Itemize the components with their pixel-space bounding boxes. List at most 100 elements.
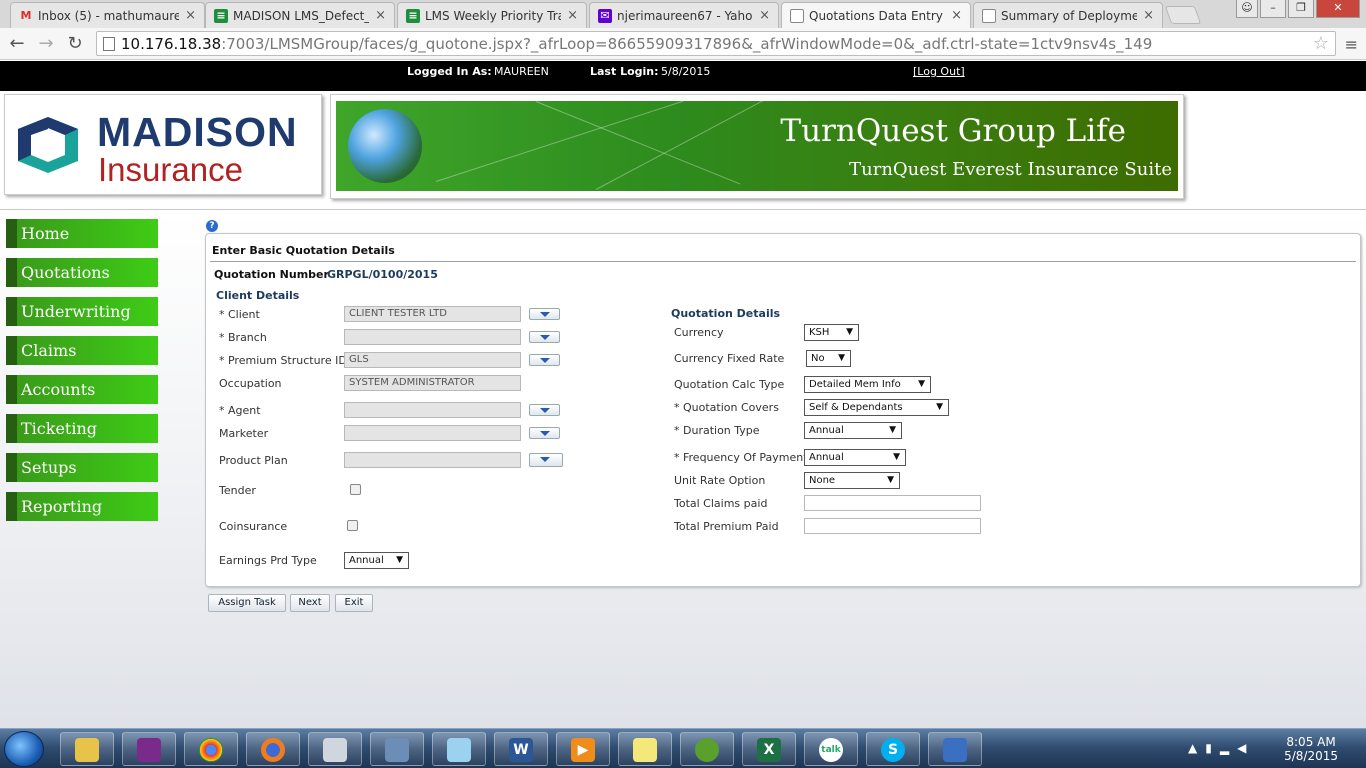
agent-label: * Agent bbox=[219, 404, 261, 417]
agent-field[interactable] bbox=[344, 402, 521, 418]
branch-field[interactable] bbox=[344, 329, 521, 345]
premium-structure-field[interactable]: GLS bbox=[344, 352, 521, 368]
occupation-field[interactable]: SYSTEM ADMINISTRATOR bbox=[344, 375, 521, 391]
client-lookup-button[interactable] bbox=[529, 308, 560, 320]
help-icon[interactable]: ? bbox=[206, 220, 218, 232]
taskbar-word[interactable]: W bbox=[494, 732, 548, 766]
duration-type-select[interactable]: Annual ▼ bbox=[804, 422, 902, 439]
branch-lookup-button[interactable] bbox=[529, 331, 560, 343]
sheets-icon: ≡ bbox=[214, 8, 228, 23]
sidebar-item-quotations[interactable]: Quotations bbox=[6, 258, 158, 287]
marketer-lookup-button[interactable] bbox=[529, 427, 560, 439]
close-icon[interactable]: × bbox=[185, 8, 196, 23]
currency-value: KSH bbox=[809, 327, 830, 338]
close-icon[interactable]: × bbox=[951, 8, 962, 23]
premium-structure-lookup-button[interactable] bbox=[529, 354, 560, 366]
sidebar-item-ticketing[interactable]: Ticketing bbox=[6, 414, 158, 443]
panel-title: Enter Basic Quotation Details bbox=[212, 244, 395, 257]
taskbar-firefox[interactable] bbox=[246, 732, 300, 766]
browser-tab-yahoo-mail[interactable]: ✉ njerimaureen67 - Yahoo M × bbox=[589, 2, 779, 28]
new-tab-button[interactable] bbox=[1164, 6, 1202, 24]
browser-toolbar: ← → ↻ 10.176.18.38:7003/LMSMGroup/faces/… bbox=[0, 28, 1366, 60]
browser-tab-quotations[interactable]: Quotations Data Entry × bbox=[781, 2, 971, 28]
sidebar-item-underwriting[interactable]: Underwriting bbox=[6, 297, 158, 326]
start-button[interactable] bbox=[4, 731, 44, 767]
close-icon[interactable]: × bbox=[759, 8, 770, 23]
madison-logo: MADISON Insurance bbox=[4, 94, 322, 195]
unit-rate-select[interactable]: None ▼ bbox=[804, 472, 900, 489]
close-icon[interactable]: × bbox=[1143, 8, 1154, 23]
header-divider bbox=[0, 209, 1366, 210]
total-premium-field[interactable] bbox=[804, 518, 981, 534]
forward-arrow-icon[interactable]: → bbox=[35, 33, 57, 55]
back-arrow-icon[interactable]: ← bbox=[6, 33, 28, 55]
taskbar-skype[interactable]: S bbox=[866, 732, 920, 766]
tender-checkbox[interactable] bbox=[350, 484, 361, 495]
sticky-notes-icon bbox=[633, 738, 657, 762]
phone-icon bbox=[943, 738, 967, 762]
taskbar-notes[interactable] bbox=[432, 732, 486, 766]
taskbar-frog[interactable] bbox=[680, 732, 734, 766]
currency-select[interactable]: KSH ▼ bbox=[804, 324, 859, 341]
bookmark-star-icon[interactable]: ☆ bbox=[1313, 33, 1329, 54]
product-plan-field[interactable] bbox=[344, 452, 521, 468]
product-plan-lookup-button[interactable] bbox=[529, 453, 563, 467]
minimize-button[interactable]: – bbox=[1260, 0, 1286, 18]
reload-icon[interactable]: ↻ bbox=[64, 33, 86, 55]
browser-tab-deployments[interactable]: Summary of Deployments × bbox=[973, 2, 1163, 28]
user-profile-icon[interactable]: ☺ bbox=[1236, 0, 1258, 18]
close-window-button[interactable]: ✕ bbox=[1316, 0, 1360, 18]
coinsurance-checkbox[interactable] bbox=[347, 520, 358, 531]
taskbar-phone[interactable] bbox=[928, 732, 982, 766]
taskbar-gtalk[interactable]: talk bbox=[804, 732, 858, 766]
assign-task-button[interactable]: Assign Task bbox=[208, 594, 286, 612]
quotation-covers-select[interactable]: Self & Dependants ▼ bbox=[804, 399, 949, 416]
sidebar-item-home[interactable]: Home bbox=[6, 219, 158, 248]
sidebar-item-setups[interactable]: Setups bbox=[6, 453, 158, 482]
sidebar-item-claims[interactable]: Claims bbox=[6, 336, 158, 365]
taskbar-network[interactable] bbox=[370, 732, 424, 766]
browser-tab-gmail[interactable]: M Inbox (5) - mathumaureen × bbox=[10, 2, 205, 28]
volume-icon[interactable]: ◀ bbox=[1237, 741, 1254, 755]
banner-title: TurnQuest Group Life bbox=[780, 113, 1126, 149]
frequency-select[interactable]: Annual ▼ bbox=[804, 449, 906, 466]
browser-tab-priority-tracker[interactable]: ≡ LMS Weekly Priority Track × bbox=[397, 2, 587, 28]
taskbar-explorer[interactable] bbox=[60, 732, 114, 766]
marketer-field[interactable] bbox=[344, 425, 521, 441]
next-button[interactable]: Next bbox=[290, 594, 330, 612]
dropdown-arrow-icon: ▼ bbox=[838, 353, 845, 363]
address-bar[interactable]: 10.176.18.38:7003/LMSMGroup/faces/g_quot… bbox=[96, 31, 1336, 56]
show-hidden-icons-icon[interactable]: ▲ bbox=[1188, 741, 1205, 755]
panel-divider bbox=[210, 261, 1356, 262]
taskbar-chrome[interactable] bbox=[184, 732, 238, 766]
close-icon[interactable]: × bbox=[567, 8, 578, 23]
close-icon[interactable]: × bbox=[375, 8, 386, 23]
taskbar-media[interactable]: ▶ bbox=[556, 732, 610, 766]
sidebar-item-reporting[interactable]: Reporting bbox=[6, 492, 158, 521]
taskbar-winrar[interactable] bbox=[122, 732, 176, 766]
browser-tab-defect-log[interactable]: ≡ MADISON LMS_Defect_Lo × bbox=[205, 2, 395, 28]
logout-link[interactable]: [Log Out] bbox=[913, 65, 965, 78]
battery-icon[interactable]: ▮ bbox=[1205, 741, 1220, 755]
taskbar-sticky-notes[interactable] bbox=[618, 732, 672, 766]
quotation-number-value: GRPGL/0100/2015 bbox=[327, 268, 438, 281]
browser-menu-icon[interactable]: ≡ bbox=[1345, 35, 1358, 54]
client-field[interactable]: CLIENT TESTER LTD bbox=[344, 306, 521, 322]
calc-type-label: Quotation Calc Type bbox=[674, 378, 785, 391]
calc-type-select[interactable]: Detailed Mem Info ▼ bbox=[804, 376, 931, 393]
total-claims-field[interactable] bbox=[804, 495, 981, 511]
signal-icon[interactable]: ▂ bbox=[1220, 741, 1237, 755]
maximize-button[interactable]: ❐ bbox=[1288, 0, 1314, 18]
exit-button[interactable]: Exit bbox=[335, 594, 373, 612]
agent-lookup-button[interactable] bbox=[529, 404, 560, 416]
client-details-heading: Client Details bbox=[216, 289, 300, 302]
taskbar-calculator[interactable] bbox=[308, 732, 362, 766]
sidebar-item-accounts[interactable]: Accounts bbox=[6, 375, 158, 404]
banner-graphic: TurnQuest Group Life TurnQuest Everest I… bbox=[336, 101, 1178, 191]
currency-fixed-rate-select[interactable]: No ▼ bbox=[806, 350, 851, 367]
earnings-prd-type-select[interactable]: Annual ▼ bbox=[344, 552, 409, 569]
taskbar-excel[interactable]: X bbox=[742, 732, 796, 766]
logged-in-user: MAUREEN bbox=[494, 65, 549, 78]
clock-date: 5/8/2015 bbox=[1284, 749, 1338, 763]
clock[interactable]: 8:05 AM 5/8/2015 bbox=[1284, 735, 1338, 763]
